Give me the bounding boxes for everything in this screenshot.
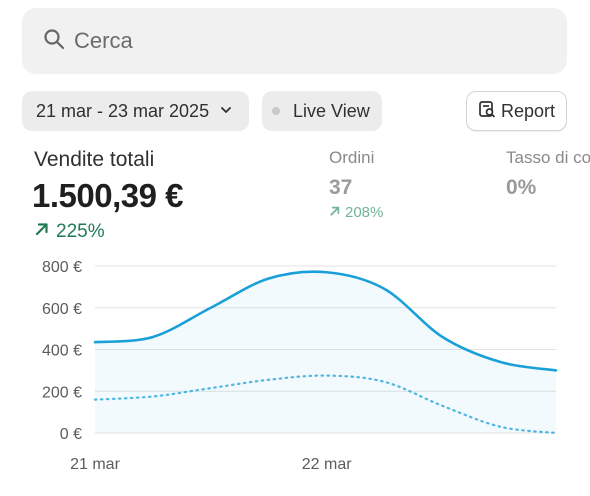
- metric-total-sales-value: 1.500,39 €: [32, 177, 183, 214]
- metric-total-sales-title: Vendite totali: [34, 148, 155, 171]
- y-tick-label: 0 €: [60, 426, 82, 443]
- y-tick-label: 800 €: [42, 259, 82, 276]
- arrow-up-right-icon: [34, 221, 56, 243]
- metric-conversion-value: 0%: [506, 176, 537, 199]
- date-range-picker[interactable]: 21 mar - 23 mar 2025: [22, 91, 249, 131]
- x-tick-label: 22 mar: [302, 456, 352, 473]
- date-range-label: 21 mar - 23 mar 2025: [36, 100, 210, 121]
- report-label: Report: [501, 100, 556, 121]
- series-area: [95, 271, 556, 433]
- metric-orders-change: 208%: [329, 204, 383, 221]
- report-button[interactable]: Report: [466, 91, 567, 131]
- x-tick-label: 21 mar: [70, 456, 120, 473]
- metric-orders-title: Ordini: [329, 148, 375, 167]
- search-icon: [42, 27, 66, 56]
- y-tick-label: 400 €: [42, 343, 82, 360]
- search-bar[interactable]: Cerca: [22, 8, 567, 74]
- metric-orders-value: 37: [329, 176, 353, 199]
- metric-total-sales-change-value: 225%: [56, 221, 105, 242]
- metric-orders-change-value: 208%: [345, 204, 384, 221]
- y-tick-label: 200 €: [42, 384, 82, 401]
- live-status-dot-icon: [272, 107, 280, 115]
- chevron-down-icon: [209, 101, 233, 122]
- metric-conversion[interactable]: Tasso di co 0%: [506, 148, 590, 200]
- report-icon: [477, 99, 501, 124]
- metric-total-sales-change: 225%: [34, 221, 105, 243]
- arrow-up-right-icon: [329, 204, 345, 221]
- metric-conversion-title: Tasso di co: [506, 148, 590, 167]
- metric-orders[interactable]: Ordini 37 208%: [329, 148, 383, 221]
- search-placeholder: Cerca: [74, 28, 133, 53]
- sales-line-chart: 800 € 600 € 400 € 200 € 0 € 21 mar 22 mar: [42, 259, 558, 473]
- live-view-label: Live View: [293, 100, 370, 121]
- y-tick-label: 600 €: [42, 301, 82, 318]
- live-view-button[interactable]: Live View: [262, 91, 382, 131]
